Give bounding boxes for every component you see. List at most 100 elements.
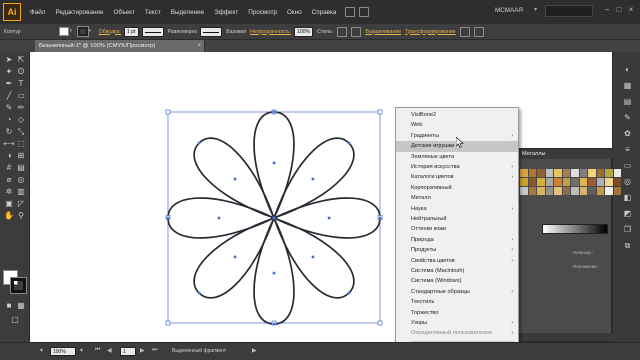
brushes-panel-icon[interactable]: ✎ <box>622 112 633 123</box>
color-swatch[interactable] <box>554 178 562 186</box>
anchor-point[interactable] <box>272 271 276 275</box>
menu-item[interactable]: Узоры › <box>396 318 518 328</box>
color-swatch[interactable] <box>571 187 579 195</box>
color-swatch[interactable] <box>613 178 621 186</box>
anchor-point[interactable] <box>272 322 276 326</box>
menu-item[interactable]: Стандартные образцы › <box>396 287 518 297</box>
width-tool-icon[interactable]: ⟷ <box>3 138 15 150</box>
minimize-icon[interactable]: – <box>602 5 612 15</box>
blend-tool-icon[interactable]: ◎ <box>15 174 27 186</box>
layers-panel-icon[interactable]: ❐ <box>622 224 633 235</box>
previous-artboard-icon[interactable]: ◀ <box>107 347 112 354</box>
eyedropper-tool-icon[interactable]: ⌀ <box>3 174 15 186</box>
anchor-point[interactable] <box>347 291 351 295</box>
lasso-tool-icon[interactable]: ʘ <box>15 66 27 78</box>
artboard-number-field[interactable]: 1 <box>120 347 136 356</box>
align-link[interactable]: Выравнивание <box>365 29 401 35</box>
eraser-tool-icon[interactable]: ◇ <box>15 114 27 126</box>
profile-label[interactable]: Равномерно <box>168 29 198 35</box>
color-swatch[interactable] <box>562 169 570 177</box>
type-tool-icon[interactable]: T <box>15 78 27 90</box>
color-swatch[interactable] <box>588 169 596 177</box>
workspace-switcher[interactable]: МСМААЯ <box>495 7 523 14</box>
color-swatch[interactable] <box>554 187 562 195</box>
color-swatch[interactable] <box>528 178 536 186</box>
color-swatch[interactable] <box>605 187 613 195</box>
color-swatch[interactable] <box>545 169 553 177</box>
petal-path[interactable] <box>253 216 295 325</box>
menu-item[interactable]: Оттенки кожи <box>396 224 518 234</box>
color-swatch[interactable] <box>579 187 587 195</box>
free-transform-tool-icon[interactable]: ⬚ <box>15 138 27 150</box>
menu-item[interactable]: Наука › <box>396 204 518 214</box>
slice-tool-icon[interactable]: ◸ <box>15 198 27 210</box>
color-swatch[interactable] <box>579 169 587 177</box>
paintbrush-tool-icon[interactable]: ✎ <box>3 102 15 114</box>
opacity-link[interactable]: Непрозрачность: <box>250 29 291 35</box>
close-icon[interactable]: × <box>626 5 636 15</box>
chevron-down-icon[interactable]: ▾ <box>89 27 95 36</box>
color-swatch[interactable] <box>520 169 528 177</box>
first-artboard-icon[interactable]: ⏮ <box>95 347 100 354</box>
menu-item[interactable]: Web <box>396 120 518 130</box>
color-swatch[interactable] <box>562 187 570 195</box>
color-swatch[interactable] <box>596 169 604 177</box>
artboards-panel-icon[interactable]: ⧉ <box>622 240 633 251</box>
close-icon[interactable]: × <box>197 40 201 52</box>
menu-item[interactable]: История искусства › <box>396 162 518 172</box>
pen-tool-icon[interactable]: ✒ <box>3 78 15 90</box>
panel-menu-icon[interactable] <box>473 26 484 37</box>
menu-window[interactable]: Окно <box>282 9 307 16</box>
graphic-style-swatch[interactable] <box>337 26 348 37</box>
anchor-point[interactable] <box>347 141 351 145</box>
color-swatch[interactable] <box>596 187 604 195</box>
stroke-panel-icon[interactable]: ≡ <box>622 144 633 155</box>
swatches-panel-icon[interactable]: ▤ <box>622 96 633 107</box>
color-swatch[interactable] <box>571 178 579 186</box>
arrange-documents-icon[interactable] <box>359 7 370 17</box>
symbol-sprayer-tool-icon[interactable]: ✲ <box>3 186 15 198</box>
menu-item[interactable]: Система (Windows) <box>396 276 518 286</box>
menu-item[interactable]: Свойства цветов › <box>396 256 518 266</box>
anchor-point[interactable] <box>217 216 221 220</box>
menu-object[interactable]: Объект <box>108 9 139 16</box>
column-graph-tool-icon[interactable]: ▥ <box>15 186 27 198</box>
petal-path[interactable] <box>253 111 295 220</box>
shape-builder-tool-icon[interactable]: ◑ <box>3 150 15 162</box>
chevron-down-icon[interactable]: ▾ <box>80 347 83 354</box>
color-swatch[interactable] <box>520 178 528 186</box>
anchor-points[interactable] <box>166 110 382 326</box>
menu-effect[interactable]: Эффект <box>209 9 243 16</box>
menu-item[interactable]: Земляные цвета <box>396 152 518 162</box>
recolor-artwork-icon[interactable] <box>351 26 362 37</box>
color-panel-icon[interactable]: ◐ <box>622 64 633 75</box>
color-swatch[interactable] <box>605 169 613 177</box>
appearance-panel-icon[interactable]: ◧ <box>622 192 633 203</box>
mesh-tool-icon[interactable]: # <box>3 162 15 174</box>
color-swatch[interactable] <box>605 178 613 186</box>
color-swatch[interactable] <box>571 169 579 177</box>
menu-item[interactable]: Текстиль <box>396 297 518 307</box>
color-swatch[interactable] <box>579 178 587 186</box>
last-artboard-icon[interactable]: ⏭ <box>152 347 157 354</box>
search-input[interactable] <box>545 5 593 17</box>
anchor-point[interactable] <box>272 161 276 165</box>
status-menu-icon[interactable]: ▶ <box>252 347 257 354</box>
bounding-box-handle[interactable] <box>377 320 383 326</box>
bounding-box-handle[interactable] <box>165 109 171 115</box>
stroke-panel-link[interactable]: Обводка: <box>99 29 121 35</box>
panel-titlebar[interactable]: Металлы <box>518 149 613 159</box>
menu-item[interactable]: Металл <box>396 193 518 203</box>
color-swatch[interactable] <box>528 187 536 195</box>
menu-item[interactable]: Каталоги цветов › <box>396 172 518 182</box>
anchor-point[interactable] <box>233 177 237 181</box>
petal-path[interactable] <box>272 197 381 239</box>
menu-item[interactable]: Природа › <box>396 235 518 245</box>
gradient-mode-icon[interactable]: ▦ <box>15 300 27 312</box>
menu-select[interactable]: Выделение <box>166 9 209 16</box>
color-swatch[interactable] <box>562 178 570 186</box>
chevron-down-icon[interactable]: ▾ <box>534 6 537 13</box>
color-guide-icon[interactable]: ▦ <box>622 80 633 91</box>
anchor-point[interactable] <box>378 216 382 220</box>
menu-item[interactable]: Нейтральный <box>396 214 518 224</box>
